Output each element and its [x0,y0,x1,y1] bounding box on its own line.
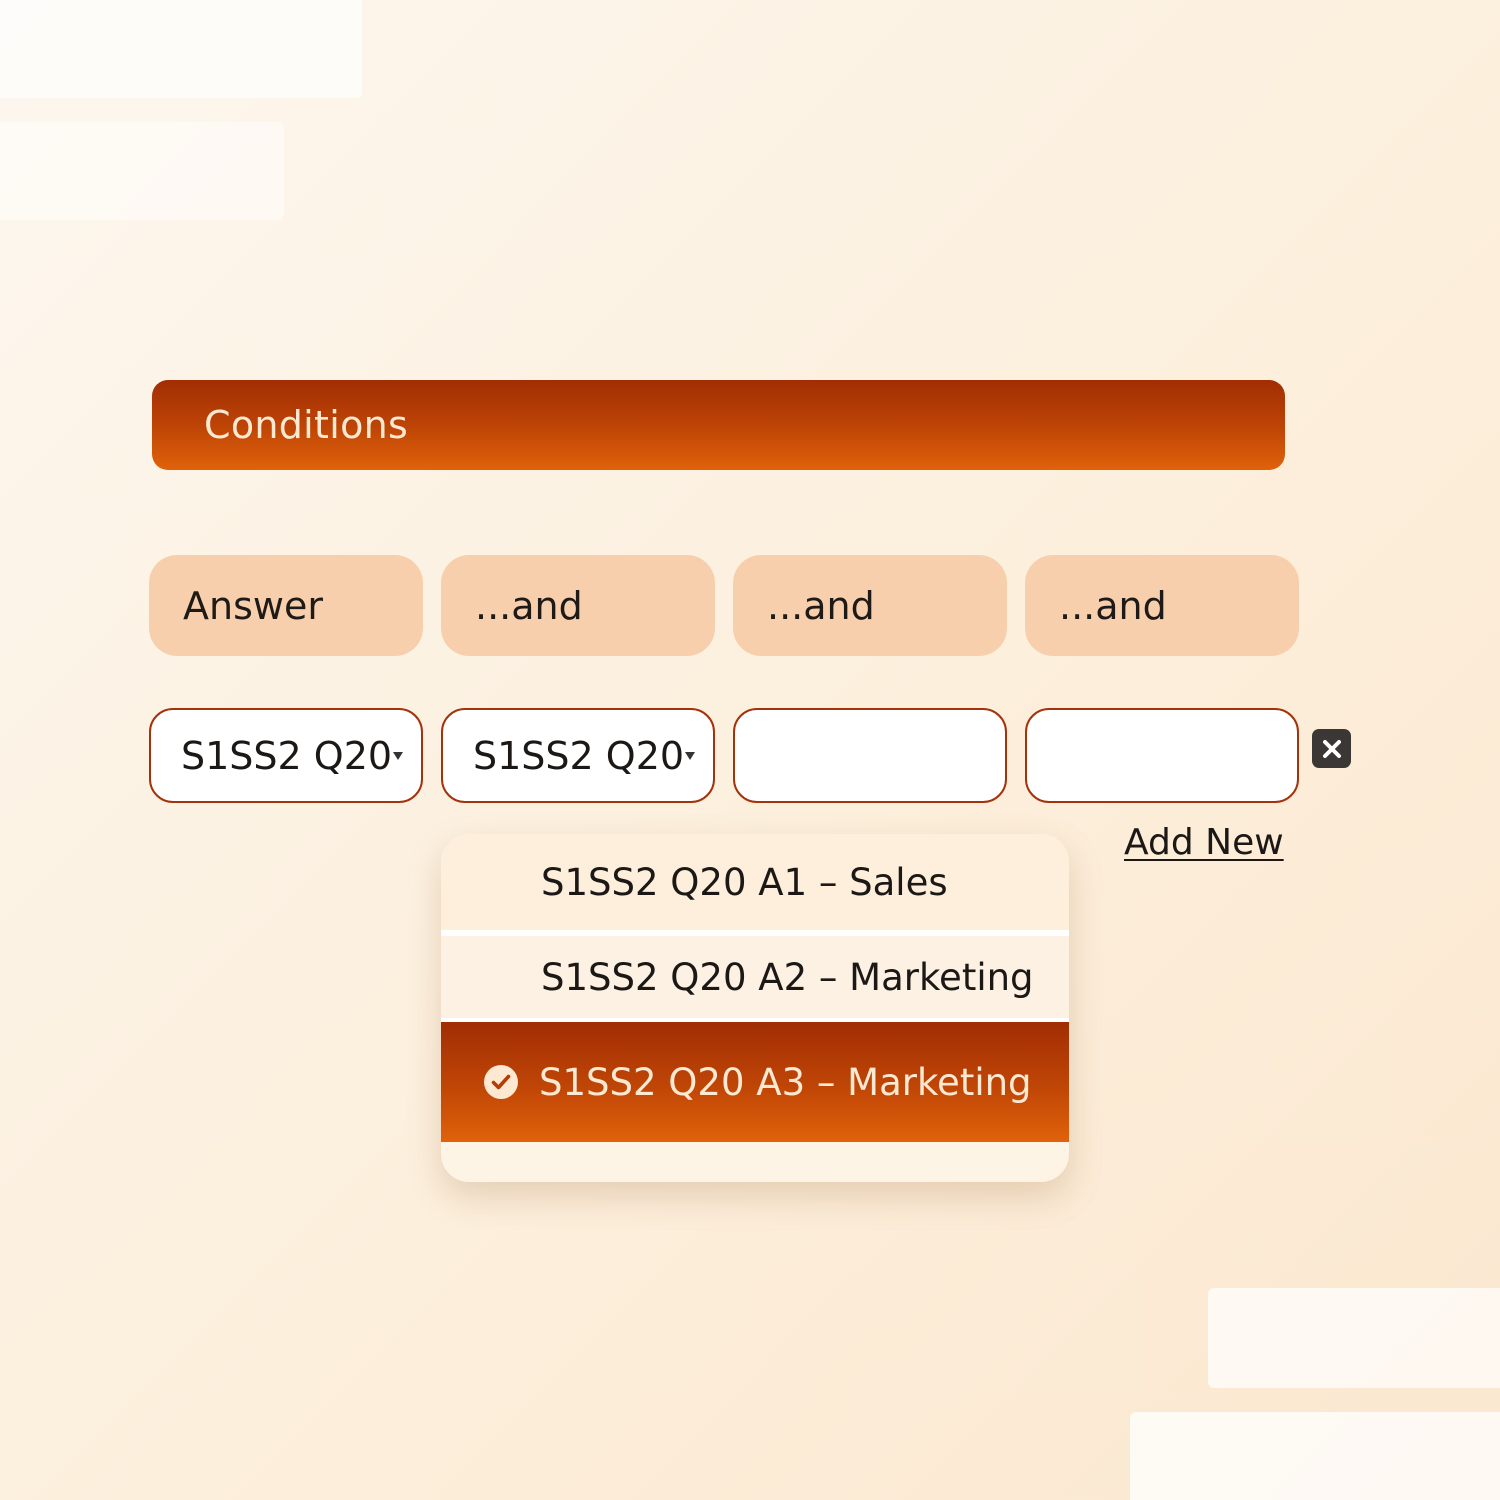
and-select-3[interactable] [1025,708,1299,803]
and-select-2[interactable] [733,708,1007,803]
remove-row-button[interactable] [1312,729,1351,768]
chevron-down-icon [685,752,695,760]
dropdown-option-selected[interactable]: S1SS2 Q20 A3 – Marketing [441,1022,1069,1142]
column-label-and: ...and [441,555,715,656]
conditions-header: Conditions [152,380,1285,470]
option-label: S1SS2 Q20 A3 – Marketing [539,1060,1032,1104]
dropdown-option[interactable]: S1SS2 Q20 A1 – Sales [441,834,1069,930]
close-icon [1322,739,1341,758]
column-label-answer: Answer [149,555,423,656]
option-label: S1SS2 Q20 A2 – Marketing [541,955,1034,999]
background-decoration [1130,1412,1500,1500]
and-select-1[interactable]: S1SS2 Q20 [441,708,715,803]
check-circle-icon [483,1064,519,1100]
section-title: Conditions [204,403,409,447]
answer-select[interactable]: S1SS2 Q20 [149,708,423,803]
column-label-and: ...and [1025,555,1299,656]
column-label-and: ...and [733,555,1007,656]
options-dropdown: S1SS2 Q20 A1 – Sales S1SS2 Q20 A2 – Mark… [441,834,1069,1182]
background-decoration [1208,1288,1500,1388]
select-value: S1SS2 Q20 [181,733,393,778]
select-value: S1SS2 Q20 [473,733,685,778]
chevron-down-icon [393,752,403,760]
background-decoration [0,0,362,98]
dropdown-option[interactable]: S1SS2 Q20 A2 – Marketing [441,936,1069,1018]
add-new-link[interactable]: Add New [1124,822,1284,863]
background-decoration [0,122,284,220]
option-label: S1SS2 Q20 A1 – Sales [541,860,948,904]
